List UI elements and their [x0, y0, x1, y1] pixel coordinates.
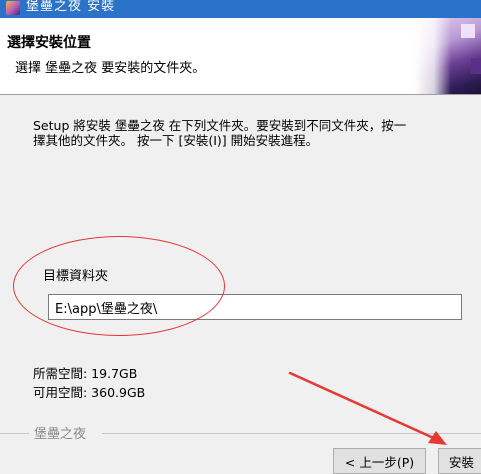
annotation-circle — [13, 236, 225, 336]
footer-divider — [102, 433, 481, 434]
page-subtitle: 選擇 堡壘之夜 要安裝的文件夾。 — [15, 61, 206, 76]
arrow-shaft — [288, 371, 440, 442]
brand-label: 堡壘之夜 — [34, 427, 87, 442]
page-title: 選擇安裝位置 — [7, 35, 91, 51]
page-header: 選擇安裝位置 選擇 堡壘之夜 要安裝的文件夾。 — [0, 18, 481, 95]
install-button[interactable]: 安裝 — [438, 448, 481, 474]
instructions-line-2: 擇其他的文件夾。 按一下 [安裝(I)] 開始安裝進程。 — [33, 133, 319, 148]
instructions-text: Setup 將安裝 堡壘之夜 在下列文件夾。要安裝到不同文件夾，按一 擇其他的文… — [33, 118, 481, 148]
header-banner-image — [414, 18, 481, 94]
back-button[interactable]: < 上一步(P) — [333, 448, 426, 474]
space-required-text: 所需空間: 19.7GB — [33, 366, 138, 381]
banner-highlight — [461, 24, 475, 38]
destination-folder-label: 目標資料夾 — [43, 269, 109, 284]
footer-divider-left — [0, 433, 29, 434]
title-bar: 堡壘之夜 安裝 — [0, 0, 481, 18]
install-path-input[interactable] — [48, 294, 462, 320]
app-icon — [6, 1, 20, 15]
instructions-line-1: Setup 將安裝 堡壘之夜 在下列文件夾。要安裝到不同文件夾，按一 — [33, 118, 407, 133]
space-available-text: 可用空間: 360.9GB — [33, 385, 146, 400]
banner-shadow — [471, 58, 481, 74]
window-title: 堡壘之夜 安裝 — [26, 0, 116, 14]
